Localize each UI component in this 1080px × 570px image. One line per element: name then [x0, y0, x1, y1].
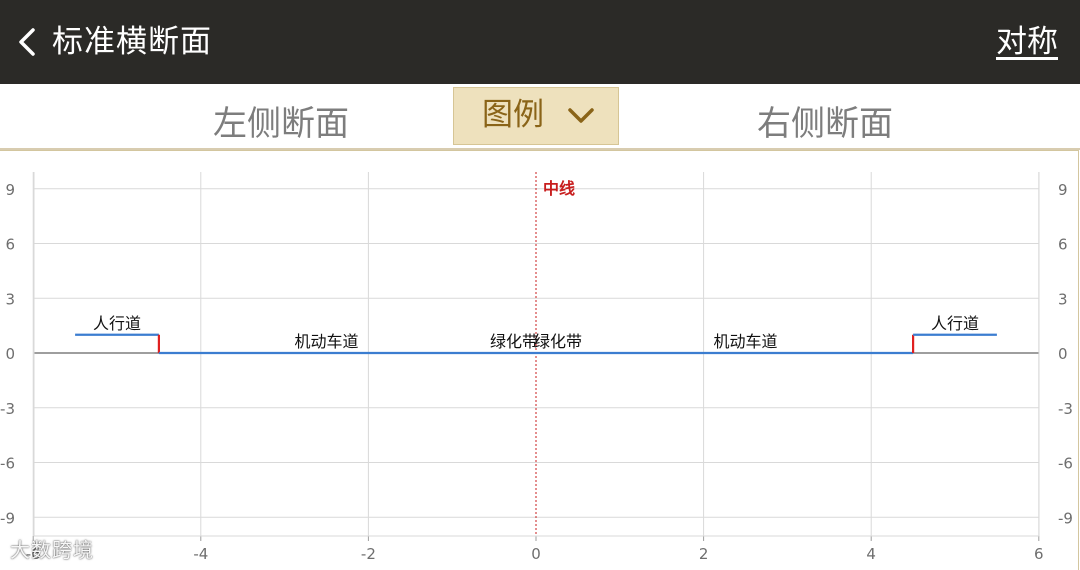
watermark-text: 大数跨境 [10, 538, 94, 562]
x-tick-label: -2 [361, 545, 376, 563]
y-tick-label-right: -9 [1058, 509, 1073, 527]
y-tick-label-left: 6 [5, 236, 15, 254]
x-tick-label: 2 [699, 545, 709, 563]
tab-left-section[interactable]: 左侧断面 [213, 102, 349, 146]
chevron-down-icon [568, 108, 594, 123]
page-title: 标准横断面 [52, 24, 212, 60]
y-tick-label-right: 0 [1058, 345, 1068, 363]
y-tick-label-left: 9 [5, 181, 15, 199]
segment-label: 机动车道 [713, 332, 777, 351]
y-tick-label-right: 6 [1058, 236, 1068, 254]
segment-label: 人行道 [931, 314, 979, 333]
segment-label: 机动车道 [294, 332, 358, 351]
tab-right-section[interactable]: 右侧断面 [757, 102, 893, 146]
segment-label: 人行道 [93, 314, 141, 333]
y-tick-label-right: 3 [1058, 290, 1068, 308]
y-tick-label-right: -6 [1058, 455, 1073, 473]
cross-section-chart: -6 -4 -2 0 2 4 69 96 63 30 0-3 -3-6 -6-9 -9 中线人行道机动车道… [0, 172, 1073, 563]
legend-label: 图例 [482, 97, 544, 133]
x-tick-label: -4 [193, 545, 208, 563]
y-tick-label-right: 9 [1058, 181, 1068, 199]
legend-dropdown-button[interactable]: 图例 [453, 87, 619, 145]
x-tick-label: 6 [1034, 545, 1044, 563]
y-tick-label-right: -3 [1058, 400, 1073, 418]
centerline-label: 中线 [543, 179, 575, 198]
y-tick-label-left: 0 [5, 345, 15, 363]
segment-label: 绿化带 [534, 332, 582, 351]
back-arrow-icon[interactable] [14, 24, 44, 60]
x-tick-label: 0 [531, 545, 541, 563]
segment-label: 绿化带 [490, 332, 538, 351]
axis-layer: -6 -4 -2 0 2 4 69 96 63 30 0-3 -3-6 -6-9 -9 [0, 172, 1073, 563]
y-tick-label-left: 3 [5, 290, 15, 308]
top-app-bar: 标准横断面 对称 [0, 0, 1080, 84]
symmetric-button[interactable]: 对称 [996, 22, 1058, 62]
y-tick-label-left: -6 [0, 455, 15, 473]
y-tick-label-left: -3 [0, 400, 15, 418]
y-tick-label-left: -9 [0, 509, 15, 527]
x-tick-label: 4 [866, 545, 876, 563]
